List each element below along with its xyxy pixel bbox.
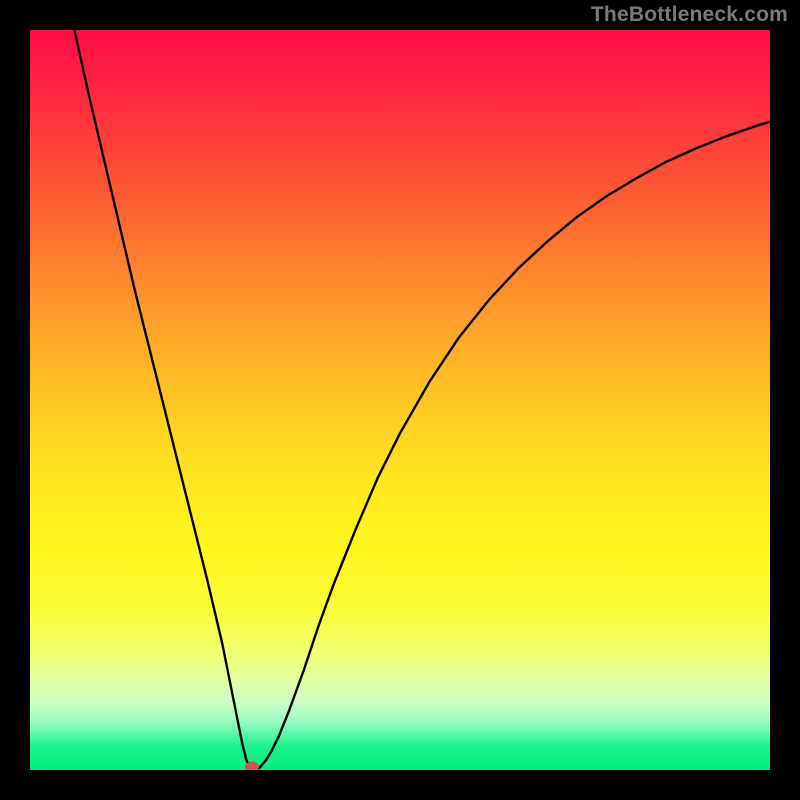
bottleneck-curve <box>30 30 770 770</box>
plot-area <box>30 30 770 770</box>
minimum-marker <box>245 762 259 771</box>
watermark-text: TheBottleneck.com <box>591 3 788 27</box>
chart-canvas: TheBottleneck.com <box>0 0 800 800</box>
